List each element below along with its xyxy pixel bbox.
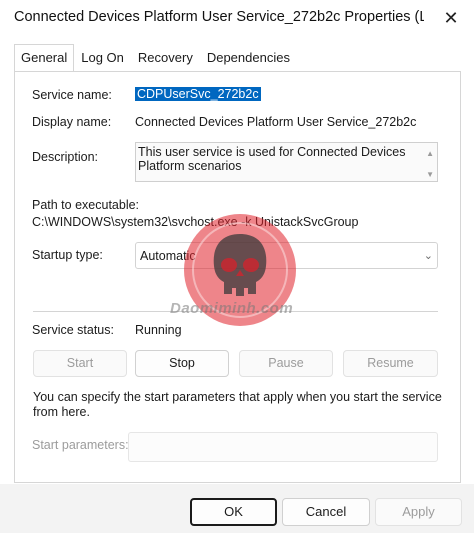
close-button[interactable]: ✕ <box>438 6 464 30</box>
description-label: Description: <box>32 150 98 164</box>
display-name-label: Display name: <box>32 115 112 129</box>
dialog-footer: OK Cancel Apply <box>0 484 474 533</box>
ok-button[interactable]: OK <box>190 498 277 526</box>
tab-strip: General Log On Recovery Dependencies <box>14 44 297 72</box>
apply-button[interactable]: Apply <box>375 498 462 526</box>
description-text: This user service is used for Connected … <box>138 145 406 173</box>
scroll-down-icon[interactable]: ▼ <box>426 170 434 179</box>
service-status-value: Running <box>135 323 182 337</box>
start-params-info: You can specify the start parameters tha… <box>33 390 442 419</box>
pause-button[interactable]: Pause <box>239 350 333 377</box>
description-box[interactable]: This user service is used for Connected … <box>135 142 438 182</box>
service-status-label: Service status: <box>32 323 114 337</box>
scroll-up-icon[interactable]: ▲ <box>426 149 434 158</box>
tab-recovery[interactable]: Recovery <box>131 44 200 70</box>
chevron-down-icon: ⌄ <box>423 250 433 262</box>
title-bar: Connected Devices Platform User Service_… <box>0 0 474 36</box>
path-value[interactable]: C:\WINDOWS\system32\svchost.exe -k Unist… <box>32 215 358 229</box>
start-params-input[interactable] <box>128 432 438 462</box>
stop-button[interactable]: Stop <box>135 350 229 377</box>
watermark-text: Daomiminh.com <box>170 300 294 317</box>
tab-dependencies[interactable]: Dependencies <box>200 44 297 70</box>
close-icon: ✕ <box>443 7 459 28</box>
path-label: Path to executable: <box>32 198 140 212</box>
startup-type-value: Automatic <box>140 249 196 263</box>
tab-log-on[interactable]: Log On <box>74 44 131 70</box>
window-title: Connected Devices Platform User Service_… <box>14 9 424 25</box>
startup-type-label: Startup type: <box>32 248 103 262</box>
service-name-label: Service name: <box>32 88 112 102</box>
start-params-label: Start parameters: <box>32 438 129 452</box>
service-name-value[interactable]: CDPUserSvc_272b2c <box>135 87 261 101</box>
startup-type-select[interactable]: Automatic ⌄ <box>135 242 438 269</box>
display-name-value[interactable]: Connected Devices Platform User Service_… <box>135 115 416 129</box>
tab-general[interactable]: General <box>14 44 75 72</box>
resume-button[interactable]: Resume <box>343 350 438 377</box>
general-panel: Service name: CDPUserSvc_272b2c Display … <box>14 71 461 483</box>
cancel-button[interactable]: Cancel <box>282 498 370 526</box>
service-name-selected-text[interactable]: CDPUserSvc_272b2c <box>135 87 261 101</box>
start-button[interactable]: Start <box>33 350 127 377</box>
